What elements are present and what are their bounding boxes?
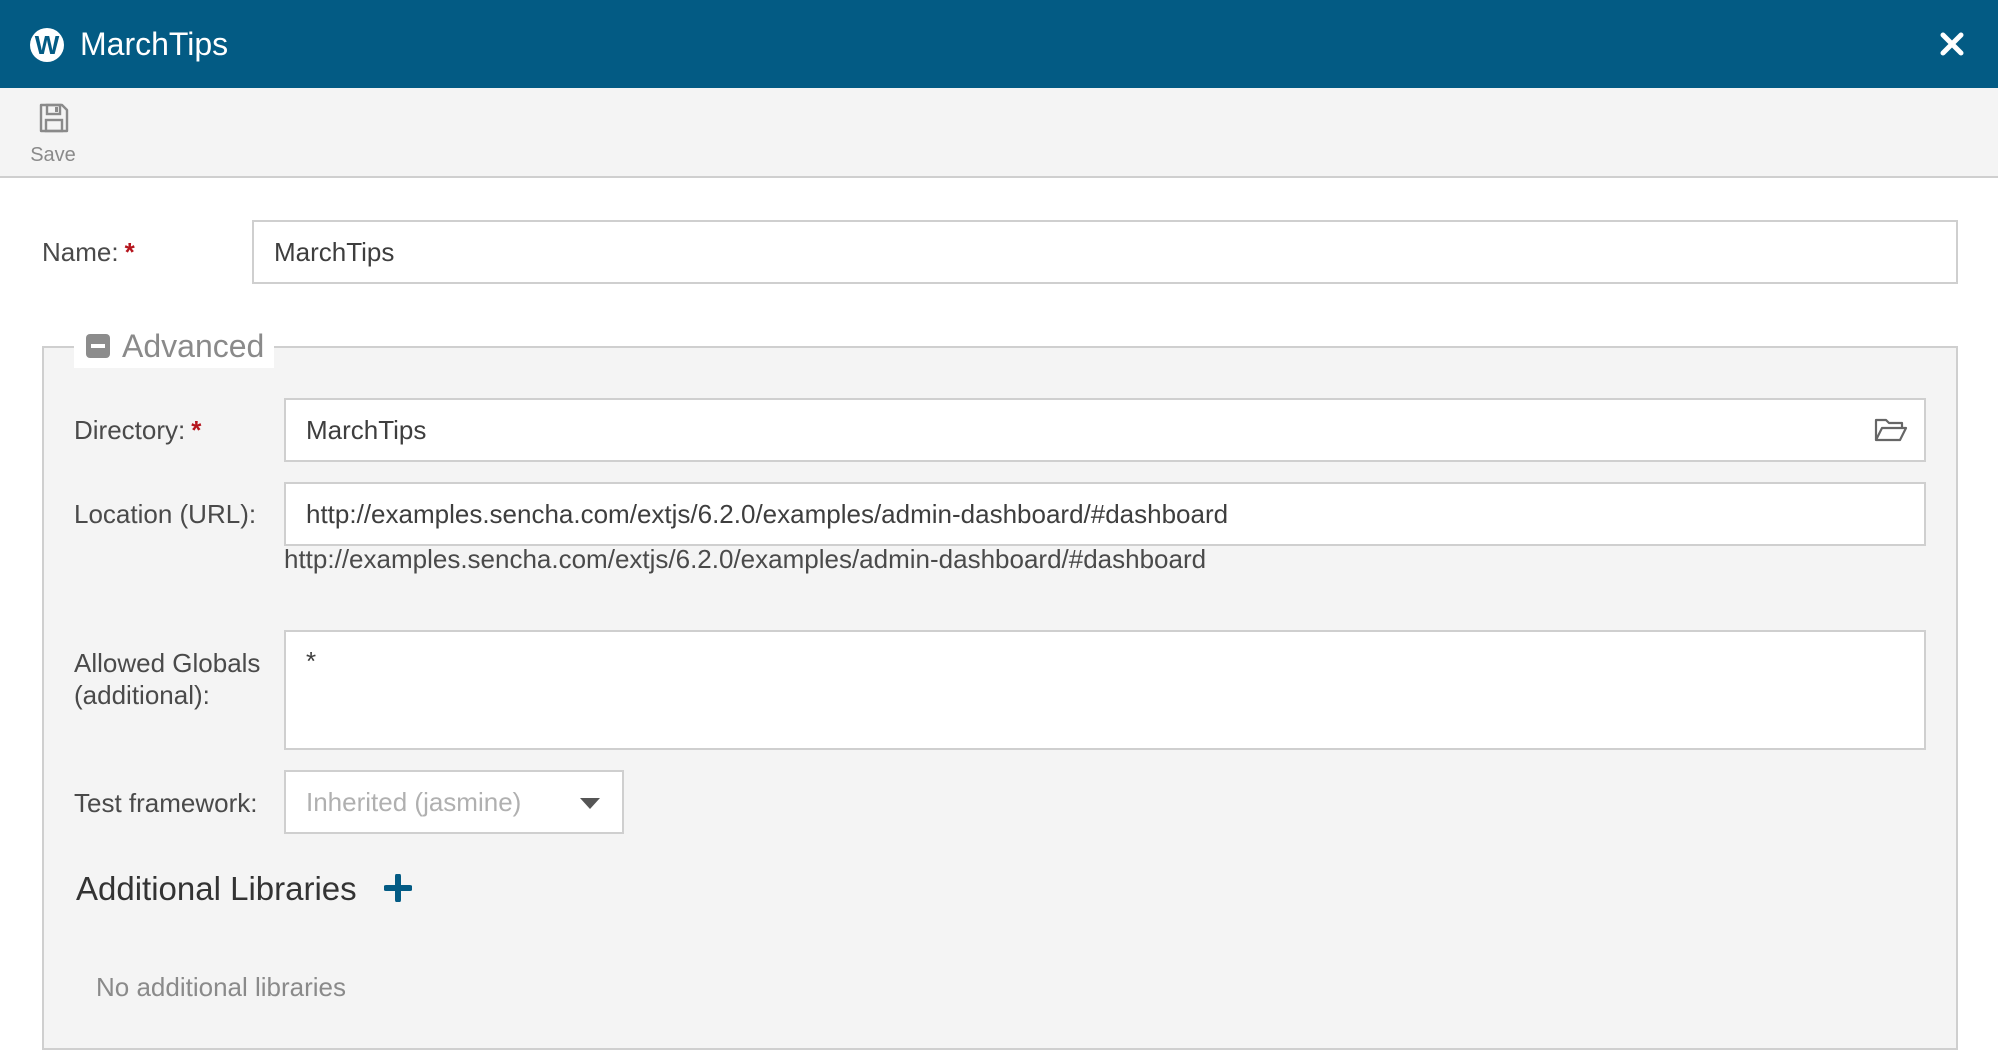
save-label: Save xyxy=(30,144,76,166)
required-marker: * xyxy=(191,415,202,445)
directory-label: Directory: * xyxy=(74,414,201,446)
title-bar: W MarchTips xyxy=(0,0,1998,88)
allowed-globals-label: Allowed Globals (additional): xyxy=(74,647,260,711)
directory-input[interactable] xyxy=(284,398,1926,462)
close-icon[interactable] xyxy=(1938,30,1966,58)
allowed-globals-label-line1: Allowed Globals xyxy=(74,648,261,678)
name-label-text: Name: xyxy=(42,237,119,267)
plus-icon[interactable] xyxy=(384,874,412,902)
test-framework-value: Inherited (jasmine) xyxy=(306,787,522,817)
chevron-down-icon[interactable] xyxy=(580,798,600,809)
save-icon xyxy=(39,103,69,133)
folder-open-icon[interactable] xyxy=(1874,416,1908,444)
test-framework-select[interactable]: Inherited (jasmine) xyxy=(284,770,624,834)
allowed-globals-textarea[interactable]: * xyxy=(284,630,1926,750)
toolbar: Save xyxy=(0,88,1998,178)
no-libraries-text: No additional libraries xyxy=(96,972,347,1002)
location-url-input[interactable] xyxy=(284,482,1926,546)
name-input[interactable] xyxy=(252,220,1958,284)
minus-square-icon[interactable] xyxy=(86,334,110,358)
additional-libraries-heading: Additional Libraries xyxy=(76,870,357,907)
window-title: MarchTips xyxy=(80,26,229,62)
test-framework-label: Test framework: xyxy=(74,788,258,818)
directory-label-text: Directory: xyxy=(74,415,186,445)
save-button[interactable]: Save xyxy=(20,98,86,168)
location-url-display: http://examples.sencha.com/extjs/6.2.0/e… xyxy=(284,544,1207,574)
name-label: Name: * xyxy=(42,236,135,268)
app-logo-icon: W xyxy=(30,28,64,62)
required-marker: * xyxy=(124,237,135,267)
advanced-legend-text: Advanced xyxy=(122,327,265,364)
location-label: Location (URL): xyxy=(74,499,257,529)
allowed-globals-label-line2: (additional): xyxy=(74,680,210,710)
advanced-legend: Advanced xyxy=(74,324,275,368)
